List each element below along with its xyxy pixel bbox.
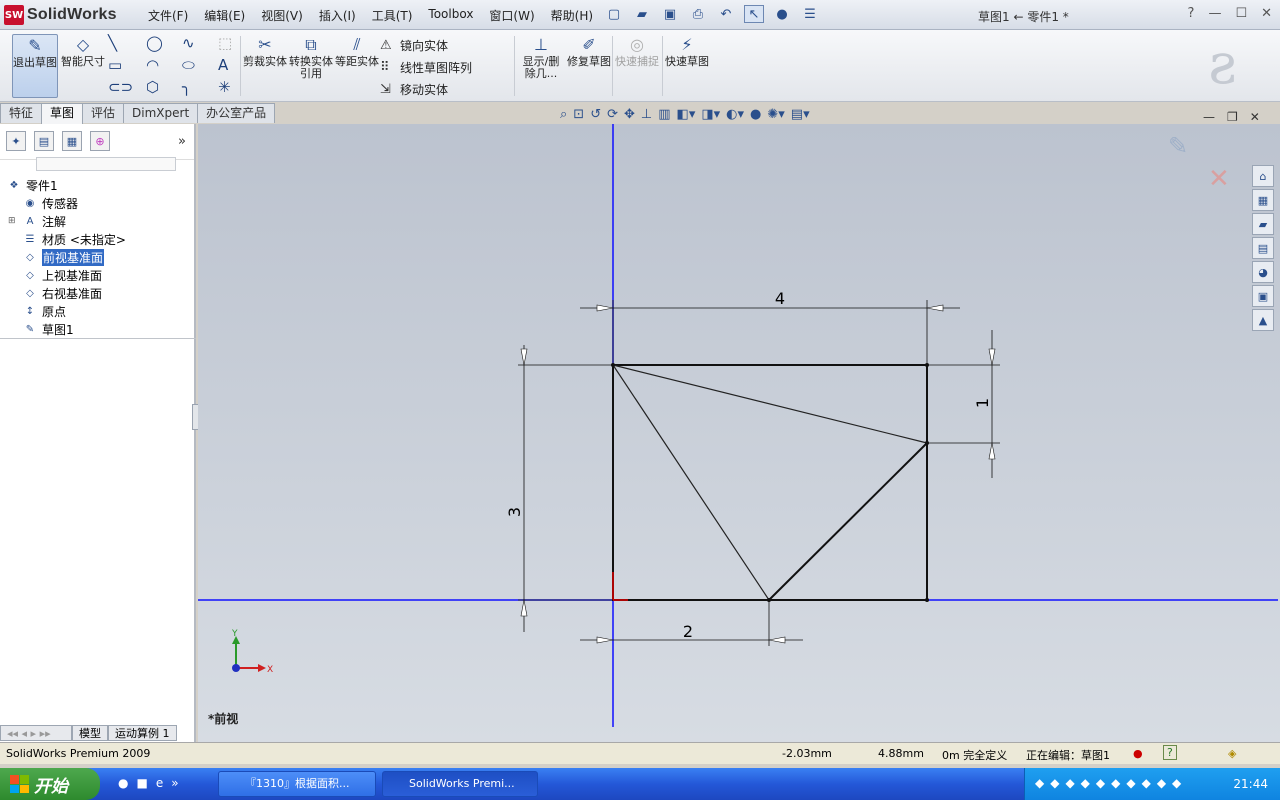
start-label: 开始 <box>34 776 68 797</box>
view-orientation-label: *前视 <box>208 712 239 726</box>
status-help-icon[interactable]: ? <box>1163 745 1177 760</box>
status-x-coord: -2.03mm <box>782 747 832 760</box>
home-icon[interactable]: ⌂ <box>1252 165 1274 187</box>
apply-scene-icon[interactable]: ✺▾ <box>767 107 784 122</box>
sketch-point[interactable] <box>925 598 929 602</box>
dimension-value-left[interactable]: 3 <box>505 507 524 517</box>
app-window: SW SolidWorks 文件(F) 编辑(E) 视图(V) 插入(I) 工具… <box>0 0 1280 800</box>
confirm-corner-icon[interactable]: ✎ <box>1168 132 1188 160</box>
heads-up-toolbar: ⌕ ⊡ ↺ ⟳ ✥ ⊥ ▥ ◧▾ ◨▾ ◐▾ ● ✺▾ ▤▾ <box>560 107 810 122</box>
appearances-icon[interactable]: ◕ <box>1252 261 1274 283</box>
more-launch-icon[interactable]: » <box>171 776 178 790</box>
hide-show-icon[interactable]: ◐▾ <box>726 107 744 122</box>
dimension-value-top[interactable]: 4 <box>775 289 785 308</box>
start-button[interactable]: 开始 <box>0 768 100 800</box>
sketch-line[interactable] <box>612 364 770 601</box>
dimension-value-bottom[interactable]: 2 <box>683 622 693 641</box>
reference-triad: Y X <box>231 629 273 675</box>
rebuild-status-icon[interactable]: ● <box>1133 747 1143 760</box>
edit-appearance-icon[interactable]: ● <box>750 107 761 122</box>
design-library-icon[interactable]: ▦ <box>1252 189 1274 211</box>
section-view-icon[interactable]: ▥ <box>658 107 670 122</box>
sketch-rectangle[interactable] <box>612 364 928 601</box>
view-settings-icon[interactable]: ▤▾ <box>791 107 810 122</box>
zoom-area-icon[interactable]: ⊡ <box>573 107 584 122</box>
document-window-controls: — ❐ ✕ <box>1203 110 1260 124</box>
view-orientation-icon[interactable]: ◧▾ <box>677 107 696 122</box>
search-library-icon[interactable]: ▲ <box>1252 309 1274 331</box>
view-palette-icon[interactable]: ▤ <box>1252 237 1274 259</box>
up-to-reference-icon[interactable]: ⊥ <box>641 107 652 122</box>
status-definition: 0m 完全定义 <box>942 749 1008 762</box>
system-tray: ◆◆◆◆◆◆◆◆◆◆ 21:44 <box>1024 768 1280 800</box>
triad-x-label: X <box>267 665 273 675</box>
taskbar-window-browser[interactable]: 『1310』根据面积... <box>218 771 376 797</box>
file-explorer-icon[interactable]: ▰ <box>1252 213 1274 235</box>
sketch-line[interactable] <box>612 364 928 444</box>
custom-properties-icon[interactable]: ▣ <box>1252 285 1274 307</box>
ie-icon[interactable]: e <box>156 776 163 790</box>
dimension-value-right[interactable]: 1 <box>973 398 992 408</box>
firefox-icon[interactable]: ● <box>118 776 128 790</box>
tray-clock[interactable]: 21:44 <box>1233 777 1268 791</box>
sketch-line[interactable] <box>768 442 928 601</box>
quick-launch: ● ■ e » <box>118 776 179 790</box>
rotate-icon[interactable]: ⟳ <box>607 107 618 122</box>
dimension-top[interactable]: 4 <box>580 289 960 365</box>
doc-close-icon[interactable]: ✕ <box>1250 110 1260 124</box>
display-style-icon[interactable]: ◨▾ <box>701 107 720 122</box>
zoom-to-fit-icon[interactable]: ⌕ <box>560 107 567 122</box>
triad-y-label: Y <box>231 629 238 639</box>
tray-icons[interactable]: ◆◆◆◆◆◆◆◆◆◆ <box>1035 776 1187 790</box>
doc-restore-icon[interactable]: ❐ <box>1227 110 1238 124</box>
task-pane-tabs: ⌂ ▦ ▰ ▤ ◕ ▣ ▲ <box>1252 165 1274 331</box>
previous-view-icon[interactable]: ↺ <box>590 107 601 122</box>
status-y-coord: 4.88mm <box>878 747 924 760</box>
windows-taskbar: 开始 ● ■ e » 『1310』根据面积... SolidWorks Prem… <box>0 768 1280 800</box>
doc-minimize-icon[interactable]: — <box>1203 110 1215 124</box>
dimension-left[interactable]: 3 <box>505 345 613 632</box>
cancel-corner-icon[interactable]: ✕ <box>1208 164 1230 194</box>
taskbar-window-solidworks[interactable]: SolidWorks Premi... <box>382 771 538 797</box>
dimension-right[interactable]: 1 <box>927 330 1000 478</box>
solidworks-launch-icon[interactable]: ■ <box>136 776 147 790</box>
windows-logo-icon <box>10 775 29 793</box>
status-product: SolidWorks Premium 2009 <box>6 747 151 760</box>
status-editing: 正在编辑：草图1 <box>1026 749 1110 762</box>
status-bar: SolidWorks Premium 2009 -2.03mm 4.88mm 0… <box>0 742 1280 764</box>
pan-icon[interactable]: ✥ <box>624 107 635 122</box>
tag-icon[interactable]: ◈ <box>1228 747 1236 760</box>
